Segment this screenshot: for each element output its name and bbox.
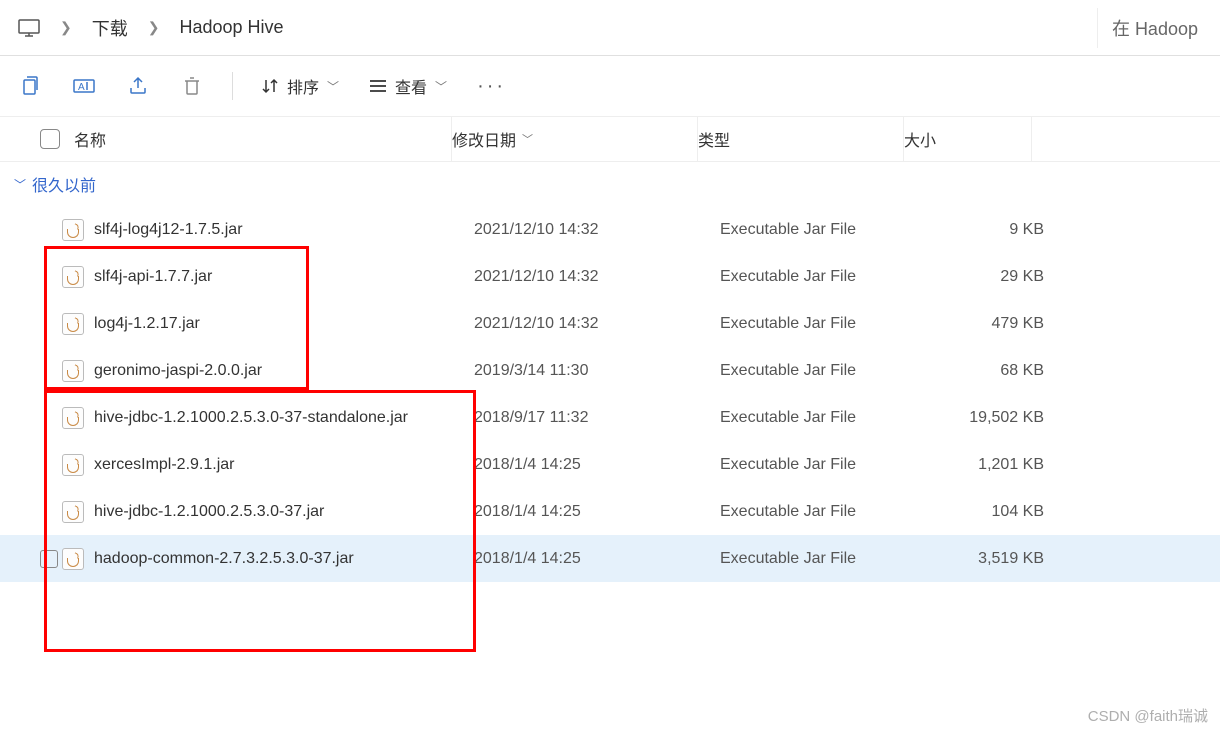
jar-file-icon [62,313,84,335]
file-type: Executable Jar File [720,550,926,568]
file-size: 29 KB [926,268,1054,286]
file-name-cell: geronimo-jaspi-2.0.0.jar [62,360,474,382]
file-type: Executable Jar File [720,456,926,474]
file-name-cell: hadoop-common-2.7.3.2.5.3.0-37.jar [62,548,474,570]
file-size: 479 KB [926,315,1054,333]
file-type: Executable Jar File [720,503,926,521]
search-placeholder: 在 Hadoop [1112,15,1198,41]
file-date: 2021/12/10 14:32 [474,221,720,239]
file-type: Executable Jar File [720,362,926,380]
share-button[interactable] [114,64,162,108]
file-name: slf4j-log4j12-1.7.5.jar [94,221,243,239]
file-type: Executable Jar File [720,315,926,333]
file-size: 19,502 KB [926,409,1054,427]
file-row[interactable]: hive-jdbc-1.2.1000.2.5.3.0-37-standalone… [0,394,1220,441]
column-headers: 名称 修改日期 ﹀ 类型 大小 [0,116,1220,162]
file-name: xercesImpl-2.9.1.jar [94,456,235,474]
file-row[interactable]: slf4j-api-1.7.7.jar 2021/12/10 14:32Execu… [0,253,1220,300]
file-name-cell: hive-jdbc-1.2.1000.2.5.3.0-37-standalone… [62,407,474,429]
view-label: 查看 [395,74,427,98]
file-name: hive-jdbc-1.2.1000.2.5.3.0-37.jar [94,503,324,521]
file-row[interactable]: hadoop-common-2.7.3.2.5.3.0-37.jar 2018/1… [0,535,1220,582]
file-size: 1,201 KB [926,456,1054,474]
file-type: Executable Jar File [720,409,926,427]
column-size-label: 大小 [904,127,936,151]
toolbar-separator [232,72,233,100]
delete-button[interactable] [168,64,216,108]
copy-button[interactable] [6,64,54,108]
file-type: Executable Jar File [720,221,926,239]
file-name: hive-jdbc-1.2.1000.2.5.3.0-37-standalone… [94,409,408,427]
chevron-down-icon: ﹀ [435,78,447,95]
jar-file-icon [62,407,84,429]
row-checkbox[interactable] [40,550,58,568]
sort-icon [261,77,279,95]
column-date[interactable]: 修改日期 ﹀ [452,117,698,161]
column-name-label: 名称 [74,127,106,151]
column-size[interactable]: 大小 [904,117,1032,161]
file-date: 2018/9/17 11:32 [474,409,720,427]
file-date: 2021/12/10 14:32 [474,268,720,286]
file-row[interactable]: geronimo-jaspi-2.0.0.jar 2019/3/14 11:30E… [0,347,1220,394]
jar-file-icon [62,454,84,476]
breadcrumb-item[interactable]: Hadoop Hive [169,11,293,44]
chevron-down-icon: ﹀ [522,131,533,147]
column-date-label: 修改日期 [452,127,516,151]
file-row[interactable]: slf4j-log4j12-1.7.5.jar 2021/12/10 14:32E… [0,206,1220,253]
view-icon [369,79,387,93]
more-button[interactable]: ··· [465,69,518,104]
breadcrumb-item[interactable]: 下载 [82,9,138,47]
file-name-cell: slf4j-api-1.7.7.jar [62,266,474,288]
file-type: Executable Jar File [720,268,926,286]
file-size: 104 KB [926,503,1054,521]
sort-label: 排序 [287,74,319,98]
watermark: CSDN @faith瑞诚 [1088,705,1208,726]
rename-button[interactable]: A [60,64,108,108]
search-input[interactable]: 在 Hadoop [1097,8,1212,48]
file-size: 9 KB [926,221,1054,239]
column-name[interactable]: 名称 [40,117,452,161]
file-row[interactable]: log4j-1.2.17.jar 2021/12/10 14:32Executab… [0,300,1220,347]
chevron-down-icon: ﹀ [327,78,339,95]
breadcrumb: ❯ 下载 ❯ Hadoop Hive 在 Hadoop [0,0,1220,56]
file-name: slf4j-api-1.7.7.jar [94,268,212,286]
jar-file-icon [62,219,84,241]
select-all-checkbox[interactable] [40,129,60,149]
file-date: 2021/12/10 14:32 [474,315,720,333]
file-size: 3,519 KB [926,550,1054,568]
column-type-label: 类型 [698,127,730,151]
file-list: slf4j-log4j12-1.7.5.jar2021/12/10 14:32E… [0,206,1220,582]
group-label: 很久以前 [32,172,96,196]
file-name-cell: slf4j-log4j12-1.7.5.jar [62,219,474,241]
file-row[interactable]: xercesImpl-2.9.1.jar 2018/1/4 14:25Execut… [0,441,1220,488]
group-header[interactable]: ﹀ 很久以前 [0,162,1220,206]
file-name: geronimo-jaspi-2.0.0.jar [94,362,262,380]
file-size: 68 KB [926,362,1054,380]
this-pc-icon[interactable] [8,13,50,43]
svg-text:A: A [78,82,85,93]
jar-file-icon [62,360,84,382]
file-date: 2019/3/14 11:30 [474,362,720,380]
breadcrumb-separator-icon: ❯ [138,13,170,42]
sort-button[interactable]: 排序 ﹀ [249,68,351,104]
file-row[interactable]: hive-jdbc-1.2.1000.2.5.3.0-37.jar 2018/1/… [0,488,1220,535]
file-date: 2018/1/4 14:25 [474,550,720,568]
file-name-cell: hive-jdbc-1.2.1000.2.5.3.0-37.jar [62,501,474,523]
file-date: 2018/1/4 14:25 [474,456,720,474]
column-type[interactable]: 类型 [698,117,904,161]
toolbar: A 排序 ﹀ 查看 ﹀ ··· [0,56,1220,116]
breadcrumb-separator-icon: ❯ [50,13,82,42]
chevron-down-icon: ﹀ [14,176,26,193]
file-name-cell: log4j-1.2.17.jar [62,313,474,335]
file-name: hadoop-common-2.7.3.2.5.3.0-37.jar [94,550,354,568]
file-date: 2018/1/4 14:25 [474,503,720,521]
view-button[interactable]: 查看 ﹀ [357,68,459,104]
jar-file-icon [62,501,84,523]
jar-file-icon [62,548,84,570]
file-name: log4j-1.2.17.jar [94,315,200,333]
jar-file-icon [62,266,84,288]
file-name-cell: xercesImpl-2.9.1.jar [62,454,474,476]
